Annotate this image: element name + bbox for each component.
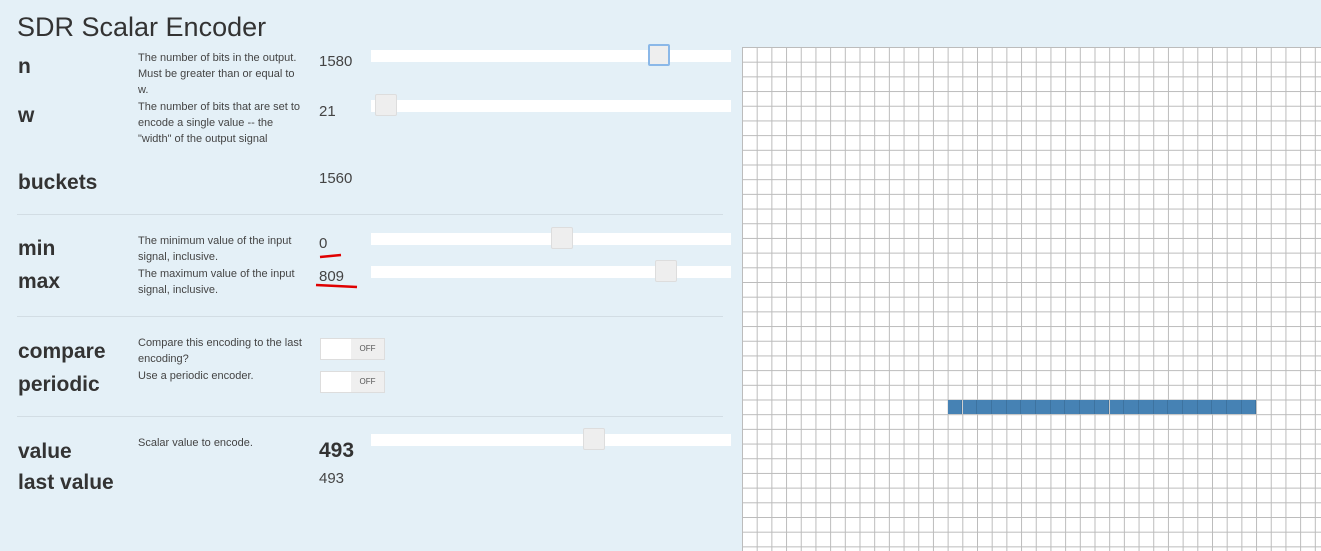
- active-bit: [1109, 399, 1125, 415]
- last-value-label: last value: [18, 471, 114, 494]
- buckets-label: buckets: [18, 171, 98, 194]
- max-underline: [315, 283, 358, 289]
- active-bit: [1168, 399, 1183, 415]
- active-bit: [1124, 399, 1139, 415]
- max-slider-thumb[interactable]: [655, 260, 678, 282]
- active-bit: [1153, 399, 1169, 415]
- w-slider-thumb[interactable]: [374, 94, 397, 116]
- periodic-label: periodic: [18, 373, 100, 396]
- divider: [17, 214, 723, 215]
- active-bit: [1036, 399, 1051, 415]
- divider: [17, 316, 723, 317]
- max-slider[interactable]: [371, 260, 731, 282]
- active-bit: [1241, 399, 1257, 415]
- periodic-description: Use a periodic encoder.: [138, 370, 254, 382]
- min-label: min: [18, 237, 56, 260]
- active-bit: [1227, 399, 1242, 415]
- n-slider-thumb[interactable]: [648, 44, 671, 66]
- compare-toggle-state: OFF: [351, 339, 384, 359]
- n-value: 1580: [319, 53, 353, 70]
- value-value: 493: [319, 439, 355, 462]
- compare-description: Compare this encoding to the last encodi…: [138, 337, 302, 365]
- active-bit: [947, 399, 963, 415]
- min-slider-thumb[interactable]: [551, 227, 573, 249]
- value-label: value: [18, 440, 72, 463]
- page-title: SDR Scalar Encoder: [17, 12, 267, 42]
- max-label: max: [18, 270, 61, 293]
- active-bit: [1080, 399, 1095, 415]
- periodic-toggle-state: OFF: [351, 372, 384, 392]
- value-slider[interactable]: [371, 428, 731, 450]
- max-description: The maximum value of the input signal, i…: [138, 268, 295, 296]
- red-underline-annotations: [315, 253, 358, 289]
- periodic-toggle[interactable]: OFF: [320, 371, 385, 393]
- w-slider[interactable]: [371, 94, 731, 116]
- active-bit: [977, 399, 992, 415]
- compare-toggle[interactable]: OFF: [320, 338, 385, 360]
- min-underline: [319, 253, 342, 259]
- compare-label: compare: [18, 340, 106, 363]
- w-label: w: [18, 104, 35, 127]
- active-bit: [991, 399, 1007, 415]
- active-bit: [1094, 399, 1110, 415]
- n-slider[interactable]: [371, 44, 731, 66]
- active-bit: [962, 399, 978, 415]
- min-slider[interactable]: [371, 227, 731, 249]
- active-bit: [1021, 399, 1036, 415]
- value-description: Scalar value to encode.: [138, 437, 253, 449]
- value-slider-thumb[interactable]: [583, 428, 606, 450]
- sdr-bit-grid: [742, 47, 1321, 551]
- w-value: 21: [319, 103, 336, 120]
- last-value-value: 493: [319, 470, 345, 487]
- n-description: The number of bits in the output. Must b…: [138, 52, 297, 96]
- active-bit: [1065, 399, 1081, 415]
- active-bit: [1183, 399, 1198, 415]
- n-label: n: [18, 55, 31, 78]
- divider: [17, 416, 723, 417]
- w-description: The number of bits that are set to encod…: [138, 101, 301, 145]
- active-bit: [1197, 399, 1213, 415]
- active-bit: [1050, 399, 1066, 415]
- min-description: The minimum value of the input signal, i…: [138, 235, 292, 263]
- buckets-value: 1560: [319, 170, 353, 187]
- active-bit: [1138, 399, 1154, 415]
- active-bit: [1212, 399, 1228, 415]
- active-bit: [1006, 399, 1022, 415]
